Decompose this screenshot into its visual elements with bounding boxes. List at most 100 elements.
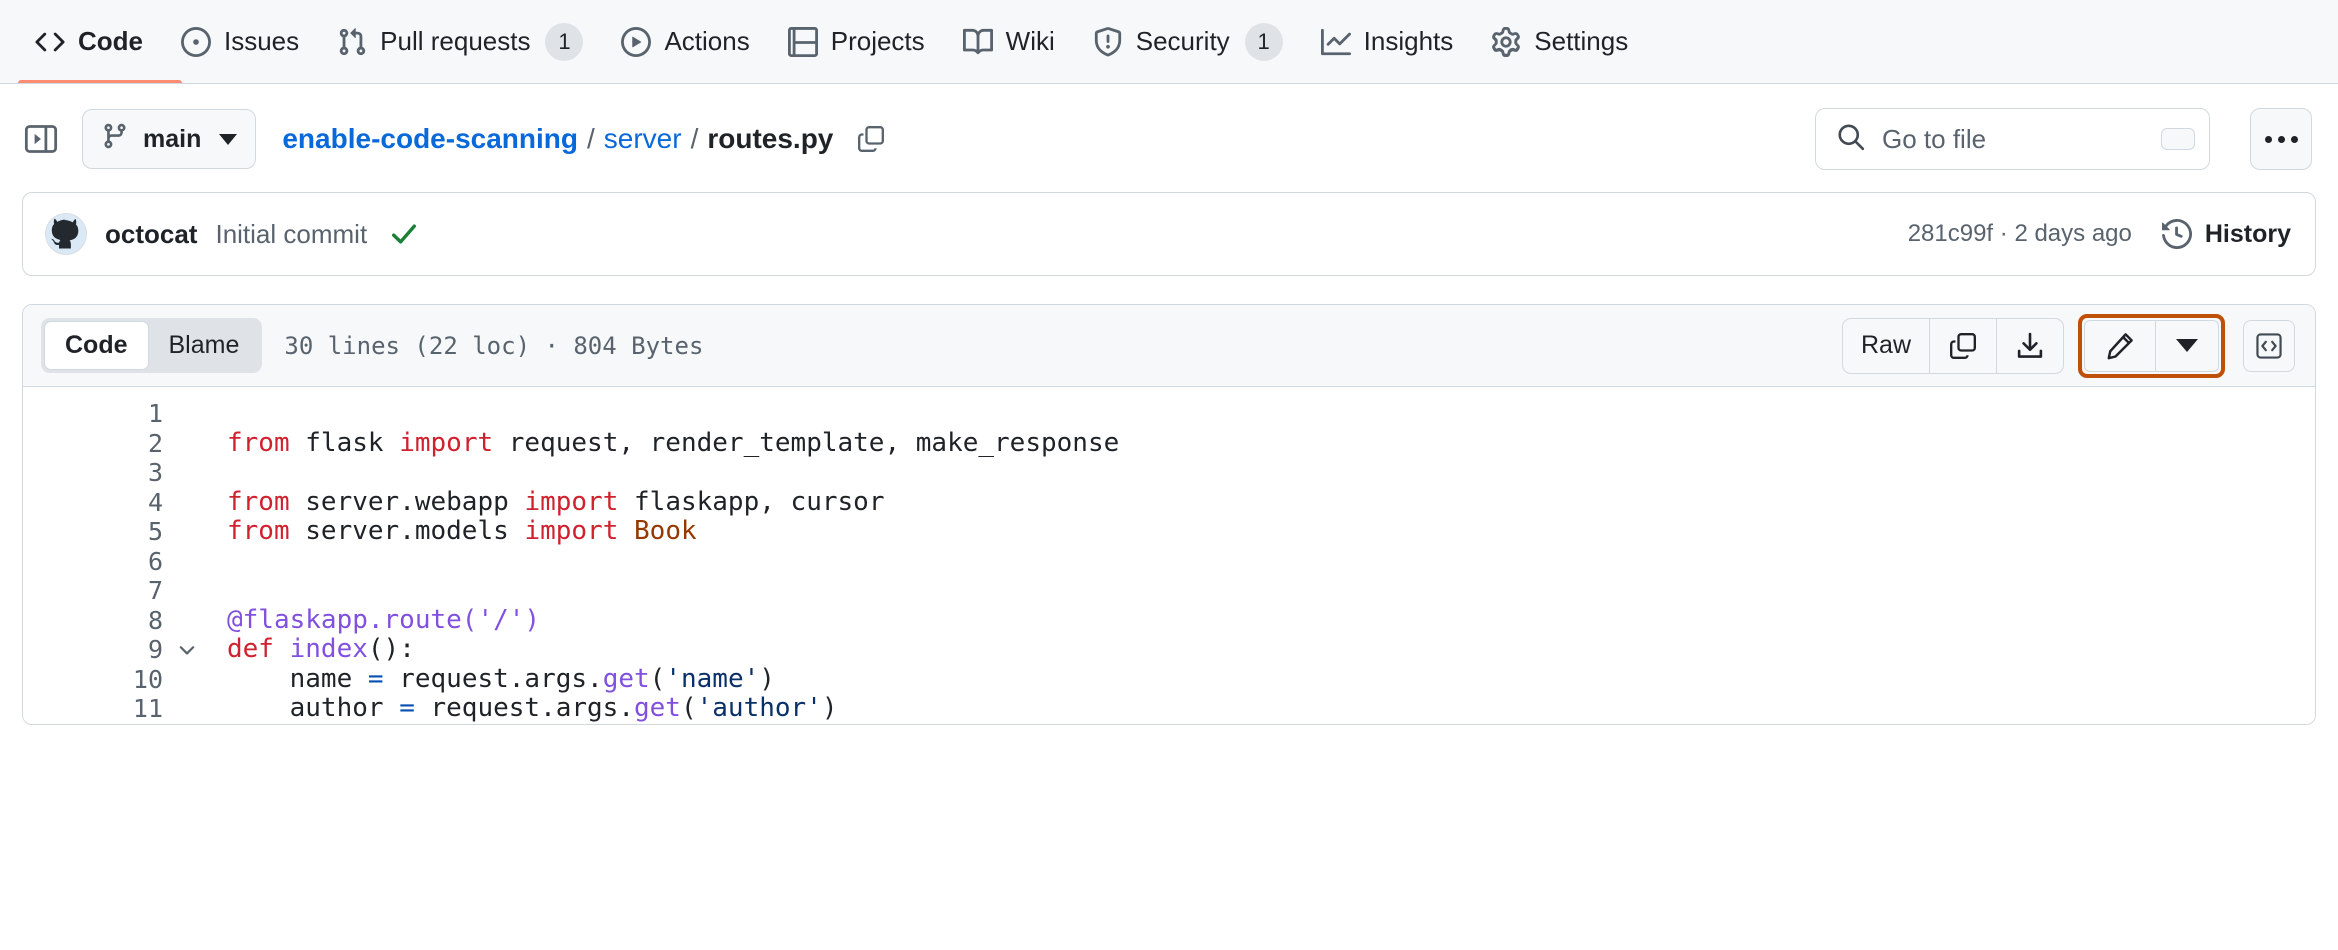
raw-button[interactable]: Raw — [1843, 318, 1930, 373]
nav-tab-code-label: Code — [78, 26, 143, 56]
shield-icon — [1093, 26, 1123, 57]
search-placeholder: Go to file — [1882, 123, 1987, 154]
code-panel: Code Blame 30 lines (22 loc) · 804 Bytes… — [22, 304, 2316, 725]
breadcrumb-folder-link[interactable]: server — [604, 123, 682, 155]
line-number[interactable]: 9 — [23, 635, 165, 665]
edit-dropdown-button[interactable] — [2156, 321, 2218, 371]
kebab-horizontal-icon[interactable] — [2250, 108, 2312, 170]
code-line-text: from server.webapp import flaskapp, curs… — [227, 486, 885, 517]
history-button[interactable]: History — [2161, 219, 2291, 249]
breadcrumb-repo-link[interactable]: enable-code-scanning — [282, 123, 578, 155]
code-content: 1 2 from flask import request, render_temp… — [23, 387, 2315, 724]
active-tab-underline — [18, 80, 182, 83]
book-icon — [962, 27, 993, 57]
branch-name: main — [143, 124, 202, 153]
line-number[interactable]: 8 — [23, 606, 165, 636]
code-line: 5 from server.models import Book — [23, 516, 2315, 547]
avatar[interactable] — [45, 213, 87, 255]
branch-selector-button[interactable]: main — [82, 109, 257, 169]
tab-blame[interactable]: Blame — [149, 321, 260, 370]
code-line-text: name = request.args.get('name') — [227, 663, 775, 694]
code-line-text: from server.models import Book — [227, 516, 697, 546]
copy-path-icon[interactable] — [856, 124, 886, 154]
file-meta: 30 lines (22 loc) · 804 Bytes — [284, 331, 704, 360]
search-shortcut-key — [2161, 128, 2195, 150]
nav-tab-code[interactable]: Code — [18, 12, 160, 72]
code-line: 1 — [23, 399, 2315, 429]
line-number[interactable]: 10 — [23, 665, 165, 695]
issue-icon — [181, 26, 211, 57]
nav-tab-issues-label: Issues — [224, 26, 300, 56]
nav-tab-settings[interactable]: Settings — [1474, 12, 1645, 72]
download-icon[interactable] — [1997, 319, 2063, 373]
code-toolbar: Code Blame 30 lines (22 loc) · 804 Bytes… — [23, 305, 2315, 387]
git-pull-icon — [337, 27, 367, 57]
history-label: History — [2204, 219, 2291, 248]
code-line: 9 def index(): — [23, 634, 2315, 665]
breadcrumb-current-file: routes.py — [707, 123, 834, 154]
code-symbols-icon[interactable] — [2243, 319, 2295, 372]
line-number[interactable]: 6 — [23, 547, 165, 577]
commit-author[interactable]: octocat — [105, 219, 197, 250]
line-number[interactable]: 1 — [23, 399, 165, 429]
nav-tab-pull-requests-label: Pull requests — [380, 26, 531, 56]
repo-nav: Code Issues Pull requests 1 Actions Proj… — [0, 0, 2338, 84]
breadcrumb-separator-2: / — [690, 123, 699, 154]
code-line-text: from flask import request, render_templa… — [227, 427, 1120, 458]
check-icon[interactable] — [389, 219, 419, 249]
code-line: 4 from server.webapp import flaskapp, cur… — [23, 486, 2315, 518]
search-icon — [1836, 122, 1866, 157]
commit-sha-and-time[interactable]: 281c99f · 2 days ago — [1908, 220, 2132, 248]
code-line-text: author = request.args.get('author') — [227, 693, 838, 723]
code-line: 3 — [23, 458, 2315, 488]
code-line-text: def index(): — [227, 634, 415, 664]
line-number[interactable]: 5 — [23, 517, 165, 547]
line-number[interactable]: 11 — [23, 694, 165, 724]
breadcrumb: enable-code-scanning / server / routes.p… — [282, 123, 886, 155]
nav-tab-insights[interactable]: Insights — [1304, 12, 1471, 72]
git-branch-icon — [101, 122, 129, 157]
code-line: 6 — [23, 547, 2315, 577]
nav-tab-actions-label: Actions — [664, 26, 750, 56]
code-line-text: @flaskapp.route('/') — [227, 604, 541, 635]
code-line: 7 — [23, 576, 2315, 606]
security-counter: 1 — [1244, 22, 1283, 61]
nav-tab-pull-requests[interactable]: Pull requests 1 — [320, 12, 600, 72]
copy-raw-icon[interactable] — [1930, 318, 1997, 373]
nav-tab-actions[interactable]: Actions — [604, 12, 766, 72]
nav-tab-issues[interactable]: Issues — [164, 12, 316, 72]
raw-copy-download-group: Raw — [1841, 317, 2064, 374]
breadcrumb-separator-1: / — [586, 123, 595, 154]
history-icon — [2161, 219, 2192, 249]
chevron-down-icon — [219, 133, 238, 145]
edit-button-group — [2084, 319, 2219, 372]
latest-commit-box: octocat Initial commit 281c99f · 2 days … — [22, 192, 2316, 276]
nav-tab-projects[interactable]: Projects — [771, 12, 942, 72]
file-header: main enable-code-scanning / server / rou… — [0, 84, 2338, 192]
nav-tab-security-label: Security — [1135, 26, 1230, 56]
line-number[interactable]: 7 — [23, 576, 165, 606]
sidebar-expand-icon[interactable] — [18, 116, 64, 162]
commit-message[interactable]: Initial commit — [215, 219, 367, 250]
tab-code[interactable]: Code — [44, 321, 149, 370]
chevron-down-icon — [2176, 339, 2198, 352]
line-number[interactable]: 2 — [23, 429, 165, 459]
pencil-edit-icon[interactable] — [2085, 320, 2156, 371]
nav-tab-settings-label: Settings — [1534, 26, 1629, 56]
chevron-down-fold-icon[interactable] — [165, 639, 209, 661]
edit-button-highlight — [2078, 313, 2225, 378]
line-number[interactable]: 3 — [23, 458, 165, 488]
play-icon — [621, 26, 652, 57]
nav-tab-wiki[interactable]: Wiki — [946, 12, 1072, 72]
search-input[interactable]: Go to file — [1815, 108, 2210, 170]
code-line: 8 @flaskapp.route('/') — [23, 604, 2315, 636]
nav-tab-insights-label: Insights — [1363, 26, 1454, 56]
table-icon — [787, 26, 818, 57]
code-line: 2 from flask import request, render_templ… — [23, 427, 2315, 459]
nav-tab-security[interactable]: Security 1 — [1076, 12, 1300, 72]
gear-icon — [1491, 26, 1521, 57]
line-number[interactable]: 4 — [23, 488, 165, 518]
code-line: 11 author = request.args.get('author') — [23, 693, 2315, 724]
nav-tab-wiki-label: Wiki — [1005, 26, 1055, 56]
code-line: 10 name = request.args.get('name') — [23, 663, 2315, 695]
